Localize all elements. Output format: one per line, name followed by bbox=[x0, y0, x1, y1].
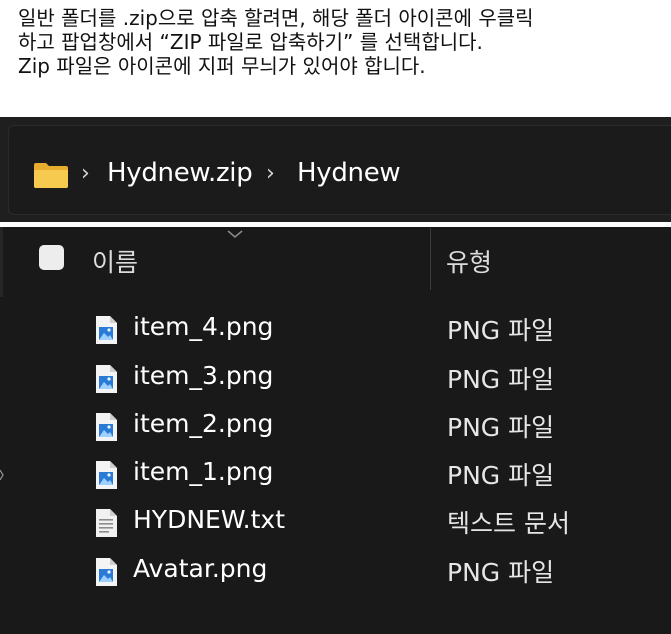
chevron-right-icon: › bbox=[266, 161, 275, 186]
image-file-icon bbox=[96, 558, 117, 586]
file-row[interactable]: Avatar.png PNG 파일 bbox=[0, 549, 671, 597]
file-name: item_2.png bbox=[133, 409, 274, 438]
file-row[interactable]: item_2.png PNG 파일 bbox=[0, 404, 671, 452]
folder-icon[interactable] bbox=[33, 161, 69, 189]
image-file-icon bbox=[96, 316, 117, 344]
image-file-icon bbox=[96, 413, 117, 441]
file-row[interactable]: item_3.png PNG 파일 bbox=[0, 356, 671, 404]
address-bar-panel: › Hydnew.zip › Hydnew bbox=[0, 117, 671, 222]
file-type: 텍스트 문서 bbox=[447, 509, 570, 538]
file-type: PNG 파일 bbox=[447, 461, 555, 490]
breadcrumb-item-folder[interactable]: Hydnew bbox=[297, 158, 401, 188]
file-type: PNG 파일 bbox=[447, 558, 555, 587]
file-row[interactable]: HYDNEW.txt 텍스트 문서 bbox=[0, 500, 671, 548]
column-header-name[interactable]: 이름 bbox=[92, 243, 138, 279]
column-header-type[interactable]: 유형 bbox=[446, 243, 492, 279]
file-name: HYDNEW.txt bbox=[133, 505, 286, 534]
file-row[interactable]: item_1.png PNG 파일 bbox=[0, 452, 671, 500]
chevron-right-icon: › bbox=[81, 161, 90, 186]
file-name: item_1.png bbox=[133, 457, 274, 486]
file-type: PNG 파일 bbox=[447, 413, 555, 442]
instruction-caption: 일반 폴더를 .zip으로 압축 할려면, 해당 폴더 아이콘에 우클릭 하고 … bbox=[18, 6, 668, 78]
select-all-checkbox[interactable] bbox=[39, 245, 64, 270]
file-type: PNG 파일 bbox=[447, 316, 555, 345]
caption-line-1: 일반 폴더를 .zip으로 압축 할려면, 해당 폴더 아이콘에 우클릭 bbox=[18, 6, 534, 30]
column-separator[interactable] bbox=[430, 228, 431, 290]
sort-chevron-icon[interactable] bbox=[226, 229, 244, 239]
file-name: item_3.png bbox=[133, 361, 274, 390]
breadcrumb-item-zip[interactable]: Hydnew.zip bbox=[107, 158, 253, 188]
expand-arrow-icon[interactable] bbox=[0, 466, 4, 484]
file-row[interactable]: item_4.png PNG 파일 bbox=[0, 307, 671, 355]
address-bar[interactable]: › Hydnew.zip › Hydnew bbox=[8, 125, 671, 215]
file-type: PNG 파일 bbox=[447, 365, 555, 394]
text-file-icon bbox=[96, 509, 117, 537]
file-name: item_4.png bbox=[133, 312, 274, 341]
navigation-pane-edge[interactable] bbox=[0, 227, 3, 297]
caption-line-3: Zip 파일은 아이콘에 지퍼 무늬가 있어야 합니다. bbox=[18, 54, 426, 78]
image-file-icon bbox=[96, 365, 117, 393]
caption-line-2: 하고 팝업창에서 “ZIP 파일로 압축하기” 를 선택합니다. bbox=[18, 30, 483, 54]
file-name: Avatar.png bbox=[133, 554, 268, 583]
image-file-icon bbox=[96, 461, 117, 489]
